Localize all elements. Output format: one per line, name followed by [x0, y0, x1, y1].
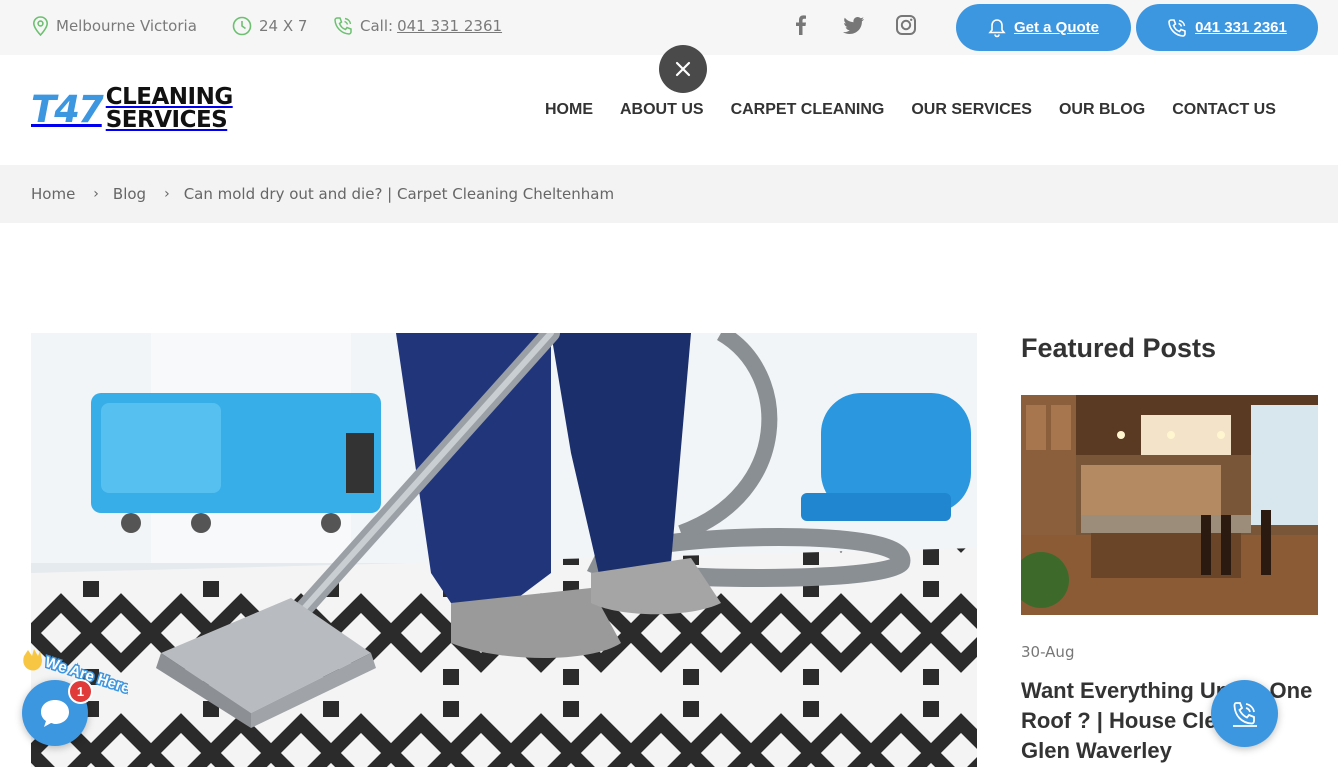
breadcrumb: Home › Blog › Can mold dry out and die? … — [0, 165, 1338, 223]
hours-text: 24 X 7 — [259, 17, 308, 35]
location-info: Melbourne Victoria — [32, 16, 197, 36]
get-quote-button[interactable]: Get a Quote — [956, 4, 1131, 51]
nav-carpet-cleaning[interactable]: CARPET CLEANING — [731, 101, 885, 119]
phone-icon — [334, 17, 352, 35]
phone-button[interactable]: 041 331 2361 — [1136, 4, 1318, 51]
facebook-icon[interactable] — [792, 14, 810, 41]
nav-home[interactable]: HOME — [545, 101, 593, 119]
main-nav: HOME ABOUT US CARPET CLEANING OUR SERVIC… — [545, 101, 1303, 119]
phone-ring-icon — [1232, 701, 1257, 727]
logo-line-2: SERVICES — [105, 107, 228, 133]
hours-info: 24 X 7 — [232, 16, 307, 36]
breadcrumb-home[interactable]: Home — [31, 185, 75, 203]
chevron-right-icon: › — [93, 186, 99, 202]
logo-mark: T47 — [31, 87, 104, 131]
bell-icon — [988, 18, 1006, 37]
logo-line-1: CLEANING — [105, 84, 233, 110]
nav-our-services[interactable]: OUR SERVICES — [911, 101, 1032, 119]
call-info: Call: 041 331 2361 — [333, 16, 502, 36]
breadcrumb-blog[interactable]: Blog — [113, 185, 146, 203]
map-pin-icon — [32, 16, 49, 36]
phone-button-label: 041 331 2361 — [1195, 19, 1287, 36]
logo-wordmark: CLEANING SERVICES — [106, 86, 233, 132]
call-number-link[interactable]: 041 331 2361 — [397, 17, 502, 35]
page: Melbourne Victoria 24 X 7 Call: 041 331 … — [0, 0, 1338, 767]
top-bar: Melbourne Victoria 24 X 7 Call: 041 331 … — [0, 0, 1338, 55]
featured-post-image[interactable] — [1021, 395, 1318, 615]
twitter-icon[interactable] — [842, 14, 866, 41]
close-icon — [675, 61, 691, 77]
chat-unread-badge: 1 — [68, 679, 93, 704]
nav-about-us[interactable]: ABOUT US — [620, 101, 704, 119]
featured-post-date: 30-Aug — [1021, 643, 1075, 661]
chat-bubble-icon — [41, 700, 69, 727]
close-button[interactable] — [659, 45, 707, 93]
instagram-icon[interactable] — [895, 14, 917, 41]
nav-our-blog[interactable]: OUR BLOG — [1059, 101, 1145, 119]
call-prefix: Call: — [360, 17, 394, 35]
get-quote-label: Get a Quote — [1013, 19, 1099, 36]
post-hero-image — [31, 333, 977, 767]
clock-icon — [232, 16, 252, 36]
phone-icon — [1168, 18, 1186, 37]
call-fab-button[interactable] — [1211, 680, 1278, 747]
featured-posts-heading: Featured Posts — [1021, 333, 1217, 363]
nav-contact-us[interactable]: CONTACT US — [1172, 101, 1276, 119]
location-text: Melbourne Victoria — [56, 17, 197, 35]
breadcrumb-current: Can mold dry out and die? | Carpet Clean… — [183, 185, 615, 203]
chevron-right-icon: › — [164, 186, 170, 202]
site-logo[interactable]: T47 CLEANING SERVICES — [31, 86, 233, 132]
